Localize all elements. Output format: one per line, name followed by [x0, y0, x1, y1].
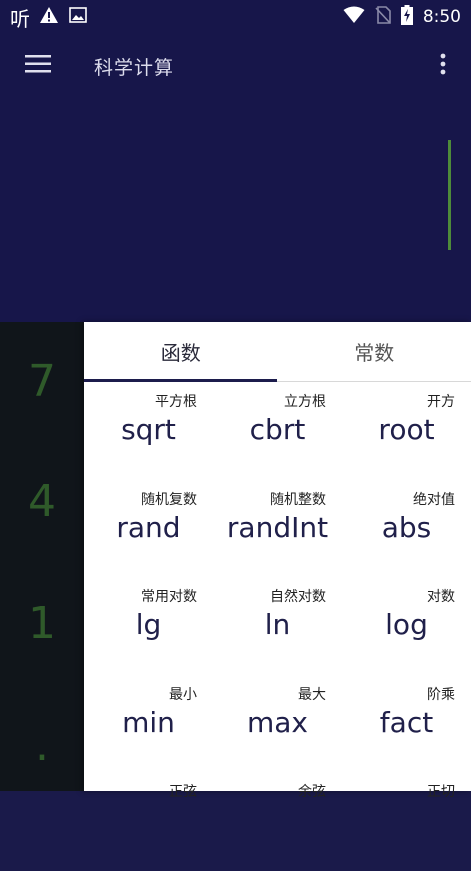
tab-constants[interactable]: 常数 [278, 322, 471, 381]
func-log[interactable]: 对数log [342, 578, 471, 676]
func-ln[interactable]: 自然对数ln [213, 578, 342, 676]
func-tan[interactable]: 正切 [342, 773, 471, 871]
status-bar: 听 8:50 [0, 0, 471, 34]
func-fact[interactable]: 阶乘fact [342, 676, 471, 774]
menu-button[interactable] [0, 34, 76, 98]
func-hint: 最小 [169, 684, 197, 704]
func-hint: 绝对值 [413, 489, 455, 509]
wifi-icon [343, 6, 365, 28]
func-label: sqrt [84, 413, 213, 446]
tab-indicator [84, 379, 277, 382]
func-cos[interactable]: 余弦 [213, 773, 342, 871]
key-1[interactable]: 1 [0, 598, 84, 649]
text-cursor [448, 140, 451, 250]
digit-keypad: 7 4 1 . [0, 322, 84, 791]
key-7[interactable]: 7 [0, 356, 84, 407]
func-label: ln [213, 608, 342, 641]
func-hint: 常用对数 [141, 586, 197, 606]
func-label: log [342, 608, 471, 641]
func-hint: 随机复数 [141, 489, 197, 509]
func-lg[interactable]: 常用对数lg [84, 578, 213, 676]
key-4[interactable]: 4 [0, 476, 84, 527]
tab-functions[interactable]: 函数 [84, 322, 278, 381]
func-label: root [342, 413, 471, 446]
func-root[interactable]: 开方root [342, 383, 471, 481]
func-hint: 余弦 [298, 781, 326, 801]
hamburger-icon [25, 55, 51, 77]
func-rand[interactable]: 随机复数rand [84, 481, 213, 579]
func-hint: 阶乘 [427, 684, 455, 704]
func-sin[interactable]: 正弦 [84, 773, 213, 871]
func-label: rand [84, 511, 213, 544]
func-abs[interactable]: 绝对值abs [342, 481, 471, 579]
more-vert-icon [440, 53, 446, 79]
func-sqrt[interactable]: 平方根sqrt [84, 383, 213, 481]
app-bar: 科学计算 [0, 34, 471, 98]
func-label: fact [342, 706, 471, 739]
func-label: lg [84, 608, 213, 641]
status-time: 8:50 [423, 7, 461, 27]
func-min[interactable]: 最小min [84, 676, 213, 774]
key-decimal[interactable]: . [0, 720, 84, 771]
func-label: abs [342, 511, 471, 544]
func-label: cbrt [213, 413, 342, 446]
image-icon [69, 7, 87, 27]
func-hint: 正切 [427, 781, 455, 801]
func-hint: 开方 [427, 391, 455, 411]
expression-display[interactable] [0, 98, 471, 322]
func-max[interactable]: 最大max [213, 676, 342, 774]
panel-tabs: 函数 常数 [84, 322, 471, 382]
func-cbrt[interactable]: 立方根cbrt [213, 383, 342, 481]
no-sim-icon [375, 6, 391, 28]
function-grid: 平方根sqrt 立方根cbrt 开方root 随机复数rand 随机整数rand… [84, 383, 471, 871]
func-hint: 最大 [298, 684, 326, 704]
app-notification-icon: 听 [10, 3, 29, 32]
warning-icon [39, 6, 59, 28]
more-options-button[interactable] [415, 34, 471, 98]
func-label: min [84, 706, 213, 739]
battery-charging-icon [401, 5, 413, 29]
page-title: 科学计算 [94, 53, 174, 80]
func-hint: 随机整数 [270, 489, 326, 509]
func-hint: 对数 [427, 586, 455, 606]
func-hint: 自然对数 [270, 586, 326, 606]
func-hint: 立方根 [284, 391, 326, 411]
function-panel: 函数 常数 平方根sqrt 立方根cbrt 开方root 随机复数rand 随机… [84, 322, 471, 791]
func-hint: 平方根 [155, 391, 197, 411]
func-label: max [213, 706, 342, 739]
func-randint[interactable]: 随机整数randInt [213, 481, 342, 579]
func-label: randInt [213, 511, 342, 544]
func-hint: 正弦 [169, 781, 197, 801]
